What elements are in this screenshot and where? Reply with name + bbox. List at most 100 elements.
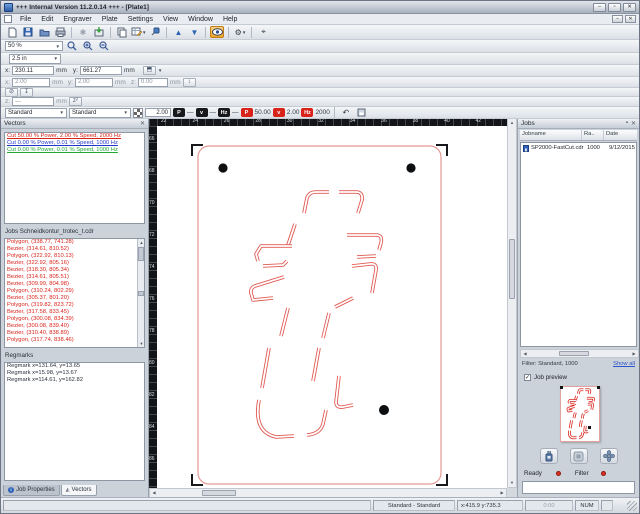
plate-canvas[interactable] <box>157 126 507 488</box>
column-date[interactable]: Date <box>604 130 637 140</box>
preview-eye-icon[interactable] <box>210 26 224 38</box>
checkbox-checked-icon[interactable]: ✓ <box>524 374 531 381</box>
cut-parameter-row[interactable]: Cut 0.00 % Power, 0.01 % Speed, 1000 Hz <box>5 140 144 147</box>
jobs-horizontal-scrollbar[interactable]: ◀ ▶ <box>520 349 639 358</box>
regmark-item[interactable]: Regmark x=131.64, y=13.65 <box>5 363 144 370</box>
pos-x-field[interactable]: 230.11 <box>12 66 54 75</box>
z-field[interactable]: --- <box>12 97 54 106</box>
scroll-right-icon[interactable]: ▶ <box>630 350 638 358</box>
menu-file[interactable]: File <box>15 16 36 23</box>
size-z-field[interactable]: 0.00 <box>138 78 168 87</box>
scroll-left-icon[interactable]: ◀ <box>150 489 158 497</box>
vector-list-item[interactable]: Bezier, (314.61, 810.52) <box>5 246 144 253</box>
jobs-list[interactable]: ▮ SP2000-FastCut.cdr 1000 9/12/2015 <box>520 142 637 347</box>
send-down-icon[interactable]: ↧ <box>20 88 33 97</box>
print-icon[interactable] <box>53 26 67 38</box>
scroll-up-icon[interactable]: ▲ <box>508 119 516 127</box>
menu-view[interactable]: View <box>158 16 183 23</box>
maximize-button[interactable]: ▫ <box>608 3 621 12</box>
move-up-icon[interactable]: ▲ <box>171 26 185 38</box>
open-folder-icon[interactable] <box>37 26 51 38</box>
vector-scroll-thumb[interactable] <box>138 247 144 261</box>
vector-list-item[interactable]: Polygon, (322.92, 810.13) <box>5 253 144 260</box>
column-jobname[interactable]: Jobname <box>520 130 582 140</box>
vector-list-item[interactable]: Bezier, (300.08, 839.40) <box>5 323 144 330</box>
scroll-down-icon[interactable]: ▼ <box>138 340 145 347</box>
copy-icon[interactable] <box>115 26 129 38</box>
mdi-minimize-button[interactable]: – <box>612 15 623 23</box>
undo-icon[interactable]: ↶ <box>339 107 353 119</box>
stop-button[interactable] <box>570 448 588 464</box>
vector-list-item[interactable]: Polygon, (317.74, 838.46) <box>5 337 144 344</box>
scroll-up-icon[interactable]: ▲ <box>138 239 145 246</box>
lens-select[interactable]: 2.5 in ▼ <box>9 54 61 64</box>
save-params-icon[interactable] <box>355 107 369 119</box>
job-preview-toggle[interactable]: ✓ Job preview <box>524 374 567 381</box>
position-mode-caret-icon[interactable]: ▼ <box>158 68 162 73</box>
tab-vectors[interactable]: ◭ Vectors <box>61 485 97 496</box>
menu-help[interactable]: Help <box>218 16 242 23</box>
vector-list-scrollbar[interactable]: ▲ ▼ <box>137 239 144 347</box>
canvas-vertical-scrollbar[interactable]: ▲ ▼ <box>507 118 517 488</box>
resize-grip[interactable] <box>627 501 637 511</box>
fan-button[interactable] <box>600 448 618 464</box>
move-down-icon[interactable]: ▼ <box>187 26 201 38</box>
gear-icon[interactable]: ⚙▼ <box>233 26 247 38</box>
new-document-icon[interactable] <box>5 26 19 38</box>
material-preset-select[interactable]: Standard▼ <box>5 108 67 118</box>
vectors-close-icon[interactable]: ✕ <box>140 120 145 127</box>
position-mode-icon[interactable]: ⬒ <box>143 66 156 75</box>
regmarks-list[interactable]: Regmark x=131.64, y=13.65Regmark x=15.98… <box>4 362 145 481</box>
vector-list-item[interactable]: Polygon, (319.82, 823.72) <box>5 302 144 309</box>
vector-list-item[interactable]: Bezier, (309.99, 804.98) <box>5 281 144 288</box>
pin-icon[interactable]: ▪ <box>626 120 628 126</box>
cut-parameters-list[interactable]: Cut 50.00 % Power, 2.00 % Speed, 2000 Hz… <box>4 132 145 224</box>
jobs-close-icon[interactable]: ✕ <box>631 120 636 127</box>
regmark-item[interactable]: Regmark x=114.61, y=162.82 <box>5 377 144 384</box>
connect-icon[interactable] <box>148 26 162 38</box>
asterisk-icon[interactable]: ✱ <box>76 26 90 38</box>
material-color-swatch[interactable] <box>133 108 143 118</box>
resize-icon[interactable]: ↕ <box>183 78 196 87</box>
pos-y-field[interactable]: 661.27 <box>80 66 122 75</box>
menu-edit[interactable]: Edit <box>36 16 58 23</box>
document-icon[interactable] <box>4 15 12 23</box>
vector-list-item[interactable]: Polygon, (300.08, 834.39) <box>5 316 144 323</box>
scroll-down-icon[interactable]: ▼ <box>508 479 516 487</box>
menu-plate[interactable]: Plate <box>97 16 123 23</box>
edit-table-icon[interactable]: ▼ <box>131 26 146 38</box>
zoom-in-icon[interactable] <box>81 40 95 52</box>
target-icon[interactable]: ⌖ <box>256 26 270 38</box>
canvas-hscroll-thumb[interactable] <box>202 490 236 496</box>
job-row[interactable]: ▮ SP2000-FastCut.cdr 1000 9/12/2015 <box>521 143 636 153</box>
vector-list-item[interactable]: Bezier, (318.30, 805.34) <box>5 267 144 274</box>
zoom-out-icon[interactable] <box>97 40 111 52</box>
thickness-field[interactable]: 2.00 <box>145 108 171 117</box>
cut-parameter-row[interactable]: Cut 0.00 % Power, 0.01 % Speed, 1000 Hz <box>5 147 144 154</box>
mdi-close-button[interactable]: ✕ <box>625 15 636 23</box>
canvas-vscroll-thumb[interactable] <box>509 239 515 299</box>
size-y-field[interactable]: 2.00 <box>75 78 113 87</box>
vector-list-item[interactable]: Polygon, (310.24, 802.29) <box>5 288 144 295</box>
vector-list-item[interactable]: Bezier, (305.37, 801.20) <box>5 295 144 302</box>
scroll-left-icon[interactable]: ◀ <box>521 350 529 358</box>
z-square-icon[interactable]: z² <box>69 97 82 106</box>
regmark-item[interactable]: Regmark x=15.98, y=13.67 <box>5 370 144 377</box>
vector-list-item[interactable]: Bezier, (310.40, 838.89) <box>5 330 144 337</box>
show-all-link[interactable]: Show all <box>613 361 637 367</box>
vector-list-item[interactable]: Bezier, (317.58, 833.45) <box>5 309 144 316</box>
jobs-hscroll-thumb[interactable] <box>559 351 589 356</box>
menu-engraver[interactable]: Engraver <box>58 16 96 23</box>
import-icon[interactable] <box>92 26 106 38</box>
column-ra[interactable]: Ra.. <box>582 130 604 140</box>
save-icon[interactable] <box>21 26 35 38</box>
cut-parameter-row[interactable]: Cut 50.00 % Power, 2.00 % Speed, 2000 Hz <box>5 133 144 140</box>
size-x-field[interactable]: 2.00 <box>12 78 50 87</box>
vector-list-item[interactable]: Polygon, (338.77, 741.28) <box>5 239 144 246</box>
tab-job-properties[interactable]: i Job Properties <box>3 485 60 496</box>
minimize-button[interactable]: – <box>593 3 606 12</box>
vector-list-item[interactable]: Bezier, (314.61, 805.51) <box>5 274 144 281</box>
scroll-right-icon[interactable]: ▶ <box>498 489 506 497</box>
zoom-level-select[interactable]: 50 % ▼ <box>5 41 63 51</box>
zoom-icon[interactable] <box>65 40 79 52</box>
